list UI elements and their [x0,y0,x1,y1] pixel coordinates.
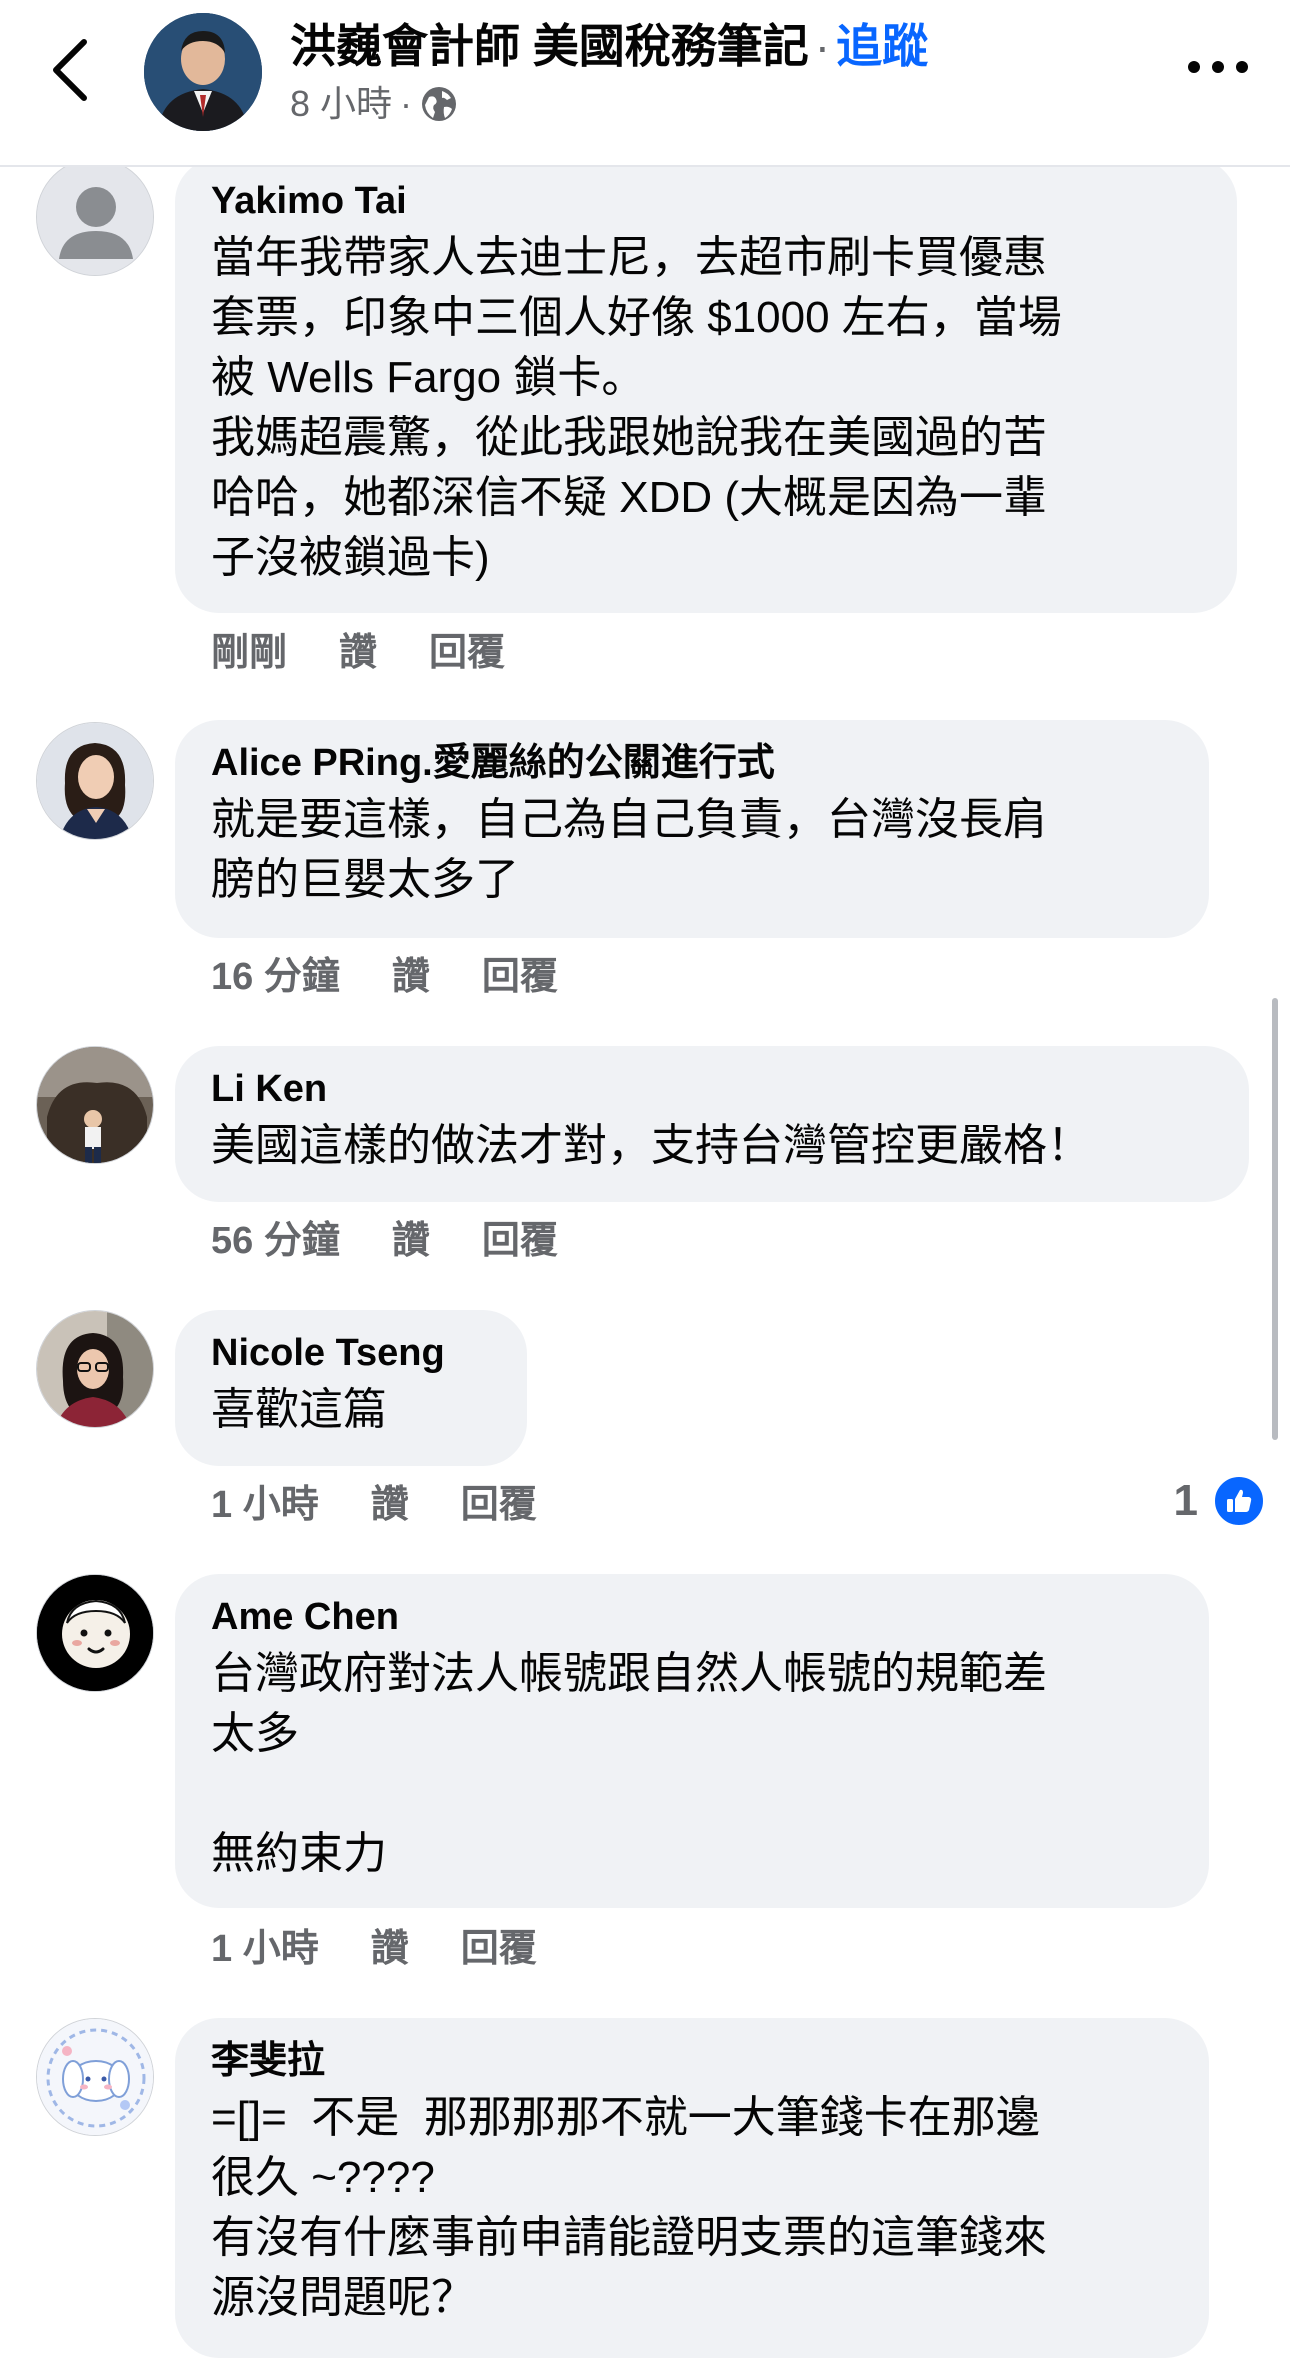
like-button[interactable]: 讚 [371,1480,409,1530]
comment-time[interactable]: 剛剛 [211,628,287,678]
like-button[interactable]: 讚 [392,1216,430,1266]
comment-actions: 1 小時 讚 回覆 [211,1924,537,1974]
like-button[interactable]: 讚 [371,1924,409,1974]
comment-text: 就是要這樣，自己為自己負責，台灣沒長肩 膀的巨嬰太多了 [211,795,1047,904]
comment-text: 喜歡這篇 [211,1385,387,1434]
reaction-count: 1 [1173,1476,1198,1525]
comment-time[interactable]: 1 小時 [211,1480,319,1530]
post-header: 洪巍會計師 美國稅務筆記 · 追蹤 8 小時 · [0,0,1290,167]
post-time[interactable]: 8 小時 [290,80,392,128]
title-separator: · [814,20,831,72]
comment-author[interactable]: Li Ken [211,1064,1213,1114]
comment-bubble[interactable]: 李斐拉 =[]= 不是 那那那那不就一大筆錢卡在那邊 很久 ~???? 有沒有什… [175,2018,1209,2358]
like-button[interactable]: 讚 [392,952,430,1002]
like-icon [1212,1474,1266,1528]
comment-author[interactable]: 李斐拉 [211,2036,1173,2086]
comment-actions: 1 小時 讚 回覆 [211,1480,537,1530]
comment-author[interactable]: Ame Chen [211,1592,1173,1642]
reply-button[interactable]: 回覆 [482,1216,558,1266]
comment-bubble[interactable]: Nicole Tseng 喜歡這篇 [175,1310,527,1466]
reply-button[interactable]: 回覆 [461,1480,537,1530]
comment-text: 台灣政府對法人帳號跟自然人帳號的規範差 太多 無約束力 [211,1649,1047,1878]
reply-button[interactable]: 回覆 [482,952,558,1002]
comment-time[interactable]: 1 小時 [211,1924,319,1974]
avatar[interactable] [36,1046,154,1164]
post-meta: 8 小時 · [290,80,458,128]
comment-bubble[interactable]: Ame Chen 台灣政府對法人帳號跟自然人帳號的規範差 太多 無約束力 [175,1574,1209,1908]
scrollbar[interactable] [1272,998,1278,1440]
comment-time[interactable]: 56 分鐘 [211,1216,340,1266]
default-avatar-icon[interactable] [36,158,154,276]
chevron-left-icon[interactable] [44,36,100,104]
avatar[interactable] [36,1574,154,1692]
comment-actions: 剛剛 讚 回覆 [211,628,505,678]
comment-bubble[interactable]: Alice PRing.愛麗絲的公關進行式 就是要這樣，自己為自己負責，台灣沒長… [175,720,1209,938]
reply-button[interactable]: 回覆 [429,628,505,678]
comment-text: 美國這樣的做法才對，支持台灣管控更嚴格！ [211,1121,1091,1170]
avatar[interactable] [36,2018,154,2136]
page-avatar[interactable] [144,13,262,131]
comment-time[interactable]: 16 分鐘 [211,952,340,1002]
comment-text: 當年我帶家人去迪士尼，去超市刷卡買優惠 套票，印象中三個人好像 $1000 左右… [211,233,1062,582]
comment-bubble[interactable]: Li Ken 美國這樣的做法才對，支持台灣管控更嚴格！ [175,1046,1249,1202]
like-button[interactable]: 讚 [339,628,377,678]
comment-text: =[]= 不是 那那那那不就一大筆錢卡在那邊 很久 ~???? 有沒有什麼事前申… [211,2093,1047,2322]
more-horizontal-icon[interactable] [1186,52,1250,82]
avatar[interactable] [36,1310,154,1428]
reply-button[interactable]: 回覆 [461,1924,537,1974]
comment-author[interactable]: Nicole Tseng [211,1328,491,1378]
comment-author[interactable]: Yakimo Tai [211,176,1201,226]
meta-separator: · [400,83,413,124]
follow-button[interactable]: 追蹤 [836,20,928,72]
comment-actions: 16 分鐘 讚 回覆 [211,952,558,1002]
reaction-summary[interactable]: 1 [1174,1474,1266,1528]
comment-author[interactable]: Alice PRing.愛麗絲的公關進行式 [211,738,1173,788]
comment-actions: 56 分鐘 讚 回覆 [211,1216,558,1266]
globe-icon [422,87,457,121]
page-name[interactable]: 洪巍會計師 美國稅務筆記 [290,20,809,72]
page-title[interactable]: 洪巍會計師 美國稅務筆記 · 追蹤 [290,16,928,76]
comment-bubble[interactable]: Yakimo Tai 當年我帶家人去迪士尼，去超市刷卡買優惠 套票，印象中三個人… [175,158,1237,613]
avatar[interactable] [36,722,154,840]
